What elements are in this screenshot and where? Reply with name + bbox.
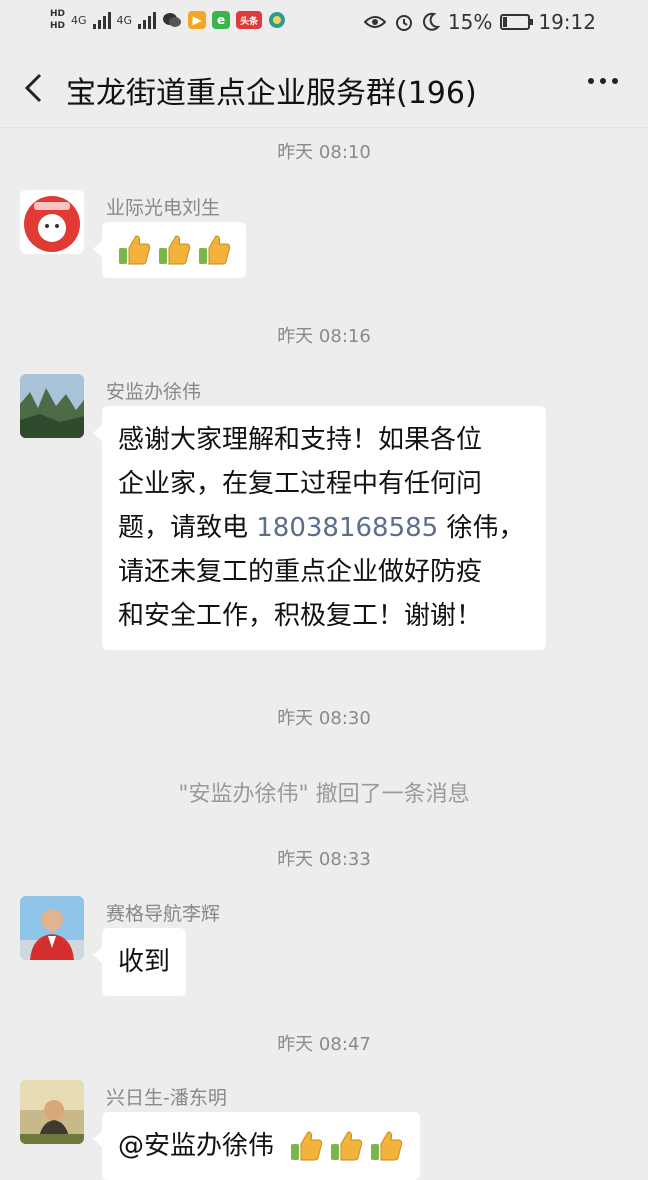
message-bubble[interactable]: 收到 — [92, 928, 187, 996]
recall-notice: "安监办徐伟" 撤回了一条消息 — [178, 782, 470, 807]
timestamp: 昨天 08:16 — [277, 326, 371, 347]
network-type-2: 4G — [116, 13, 133, 27]
timestamp: 昨天 08:30 — [277, 708, 371, 729]
hd-indicator: HD HD — [50, 9, 66, 31]
battery-icon — [500, 14, 534, 30]
wechat-icon — [163, 13, 182, 27]
avatar[interactable] — [20, 896, 84, 960]
message-bubble[interactable]: 感谢大家理解和支持！如果各位 企业家，在复工过程中有任何问 题，请致电 1803… — [93, 406, 546, 650]
chat-header: 宝龙街道重点企业服务群(196) — [0, 50, 648, 128]
timestamp: 昨天 08:10 — [277, 142, 371, 163]
thumbs-up-icon — [199, 235, 231, 265]
sender-name: 业际光电刘生 — [106, 197, 221, 219]
video-app-icon: ▶ — [188, 11, 207, 29]
network-type-1: 4G — [71, 13, 87, 27]
phone-number-link[interactable]: 18038168585 — [256, 513, 438, 543]
more-dots-icon[interactable] — [588, 78, 618, 84]
alarm-icon — [395, 15, 412, 31]
message-text-line: 请还未复工的重点企业做好防疫 — [118, 557, 483, 587]
timestamp: 昨天 08:33 — [277, 849, 371, 870]
browser-icon: e — [212, 11, 231, 29]
timestamp: 昨天 08:47 — [277, 1034, 371, 1055]
thumbs-up-icon — [119, 235, 151, 265]
chevron-left-icon[interactable] — [20, 72, 48, 104]
avatar[interactable] — [20, 374, 84, 438]
signal-icon — [138, 11, 157, 29]
avatar[interactable] — [20, 190, 84, 254]
status-bar: HD HD 4G 4G ▶ e 头条 15% 19:12 — [0, 0, 648, 48]
avatar[interactable] — [20, 1080, 84, 1144]
signal-icon — [92, 11, 111, 29]
moon-icon — [422, 12, 440, 31]
message-bubble[interactable]: @安监办徐伟 — [92, 1112, 421, 1180]
message-text-line: 题，请致电 18038168585 徐伟， — [118, 513, 525, 543]
thumbs-up-icon — [371, 1131, 403, 1161]
eye-icon — [363, 16, 386, 28]
thumbs-up-icon — [331, 1131, 363, 1161]
status-right: 15% 19:12 — [363, 10, 596, 34]
thumbs-up-icon — [291, 1131, 323, 1161]
message-text-line: 和安全工作，积极复工！谢谢！ — [118, 601, 483, 631]
message-bubble[interactable] — [93, 222, 246, 278]
thumbs-up-icon — [159, 235, 191, 265]
mention-text: @安监办徐伟 — [118, 1131, 275, 1161]
app-icon — [269, 12, 286, 28]
battery-percent: 15% — [447, 10, 493, 34]
message-text-line: 感谢大家理解和支持！如果各位 — [118, 425, 483, 455]
message-text-line: 企业家，在复工过程中有任何问 — [118, 469, 483, 499]
message-text: 收到 — [118, 947, 171, 977]
news-app-icon: 头条 — [236, 11, 263, 29]
sender-name: 安监办徐伟 — [106, 381, 202, 403]
status-left: HD HD 4G 4G ▶ e 头条 — [50, 8, 286, 32]
page-title: 宝龙街道重点企业服务群(196) — [66, 76, 477, 111]
sender-name: 赛格导航李辉 — [106, 903, 221, 925]
sender-name: 兴日生-潘东明 — [106, 1087, 227, 1109]
clock: 19:12 — [538, 10, 596, 34]
